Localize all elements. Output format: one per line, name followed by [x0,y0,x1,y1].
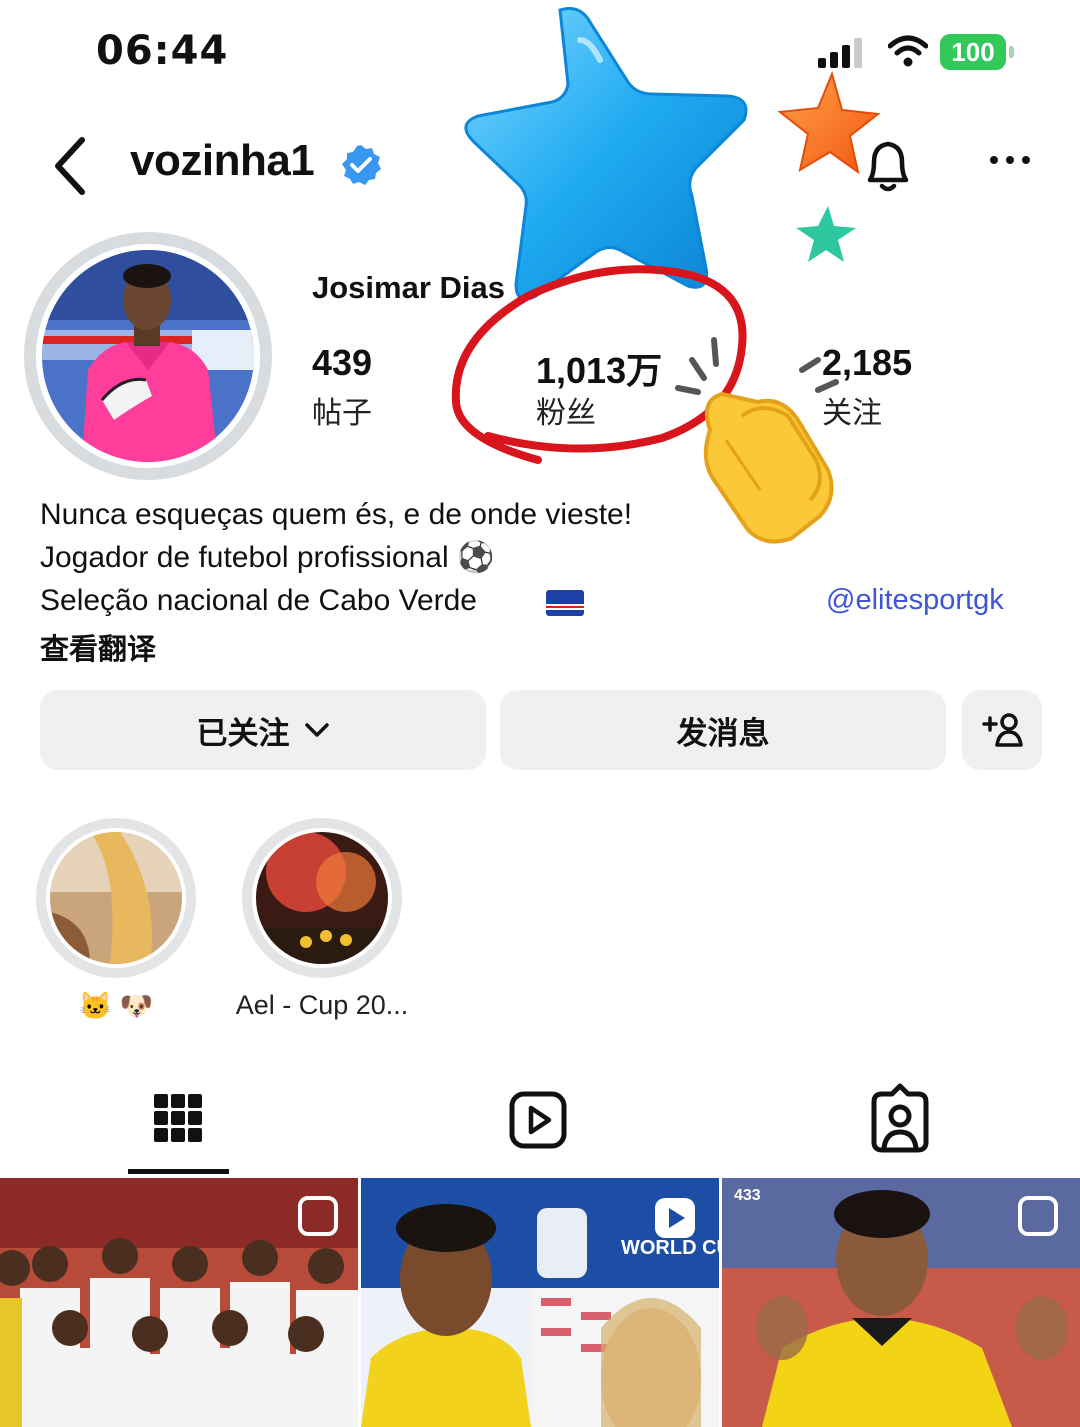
battery-level: 100 [940,34,1006,70]
status-time: 06:44 [96,28,229,74]
highlight-pets[interactable] [36,818,196,978]
more-options-icon[interactable] [988,150,1032,170]
following-button-label: 已关注 [196,715,290,752]
posts-label[interactable]: 帖子 [312,388,372,432]
tagged-icon[interactable] [850,1070,950,1170]
post-goalkeeper-yellow[interactable]: 433 [722,1178,1080,1427]
highlight-cup-cover [252,828,392,968]
bio-link-elitesportgk[interactable]: @elitesportgk [826,584,1004,617]
reels-icon[interactable] [488,1070,588,1170]
post-world-cup-interview[interactable]: WORLD CUP 2026 [361,1178,719,1427]
433-watermark: 433 [734,1187,761,1204]
wifi-icon [888,35,928,67]
notification-bell-icon[interactable] [860,136,916,196]
highlight-pets-cover [46,828,186,968]
profile-avatar[interactable] [36,244,260,468]
post-team-photo[interactable] [0,1178,358,1427]
suggest-people-button[interactable] [962,690,1042,770]
highlight-cup-label[interactable]: Ael - Cup 20... [212,990,432,1021]
following-button[interactable]: 已关注 [40,690,486,770]
back-arrow-icon[interactable] [48,134,92,198]
highlight-cup[interactable] [242,818,402,978]
chevron-down-icon [304,723,329,737]
bio-line-2: Jogador de futebol profissional ⚽ [40,541,495,574]
cape-verde-flag-icon [546,590,584,616]
following-count[interactable]: 2,185 [822,342,912,384]
profile-username: vozinha1 [130,136,315,185]
verified-badge-icon [342,145,381,185]
world-cup-text: WORLD CUP 2026 [621,1237,719,1259]
see-translation-link[interactable]: 查看翻译 [40,626,156,668]
message-button[interactable]: 发消息 [500,690,946,770]
bio-line-3: Seleção nacional de Cabo Verde [40,584,477,617]
followers-label[interactable]: 粉丝 [536,388,596,432]
cellular-signal-icon [818,38,862,68]
bio-line-1: Nunca esqueças quem és, e de onde vieste… [40,498,633,531]
battery-indicator: 100 [940,34,1014,70]
profile-display-name: Josimar Dias [312,270,505,305]
followers-count[interactable]: 1,013万 [536,342,662,394]
message-button-label: 发消息 [676,715,770,752]
grid-icon[interactable] [128,1070,228,1170]
following-label[interactable]: 关注 [822,388,882,432]
highlight-pets-label[interactable]: 🐱 🐶 [36,990,196,1022]
active-tab-indicator [128,1169,229,1174]
add-person-icon [982,713,1023,747]
posts-count[interactable]: 439 [312,342,372,384]
